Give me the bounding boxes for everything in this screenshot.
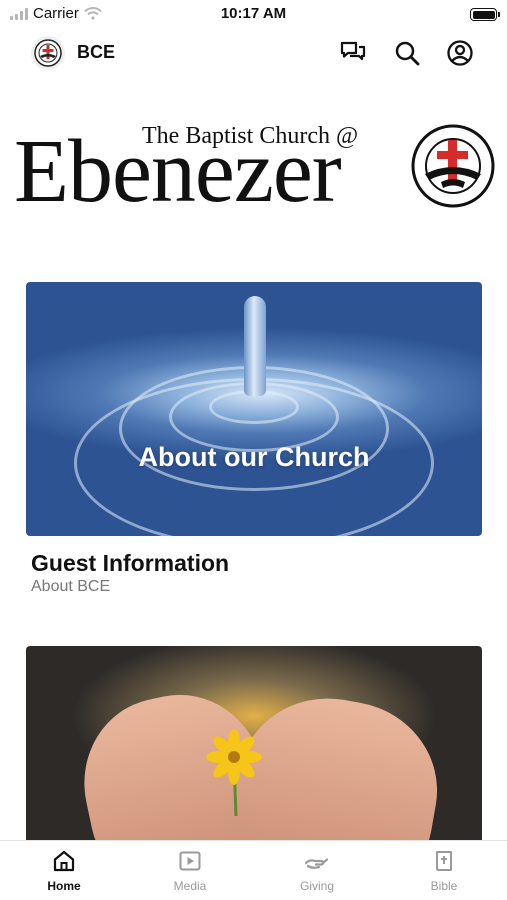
card-image-text: About our Church <box>138 442 370 472</box>
tab-home-label: Home <box>47 879 81 893</box>
bible-icon <box>436 851 452 871</box>
church-seal-icon <box>34 39 62 67</box>
tab-giving[interactable]: Giving <box>277 849 357 893</box>
flower-hands-card-image[interactable] <box>26 646 482 846</box>
banner-subtitle: The Baptist Church @ <box>142 123 359 149</box>
tab-bar: Home Media Giving Bible <box>0 840 507 900</box>
app-header: BCE <box>0 30 507 76</box>
tab-media[interactable]: Media <box>150 849 230 893</box>
status-time: 10:17 AM <box>220 5 287 22</box>
account-icon[interactable] <box>446 39 474 67</box>
tab-media-label: Media <box>173 879 207 893</box>
card-title[interactable]: Guest Information <box>31 550 229 577</box>
flower-icon <box>206 729 262 817</box>
status-bar: Carrier 10:17 AM <box>0 0 507 28</box>
church-logo[interactable] <box>31 36 65 70</box>
battery-icon <box>470 8 500 21</box>
app-title: BCE <box>77 42 116 62</box>
tab-home[interactable]: Home <box>24 849 104 893</box>
church-banner: Ebenezer The Baptist Church @ <box>0 118 507 221</box>
about-church-card-image[interactable]: About our Church <box>26 282 482 536</box>
chat-icon[interactable] <box>339 39 367 67</box>
church-seal-logo <box>411 124 495 208</box>
giving-icon <box>304 858 329 869</box>
media-icon <box>179 851 201 871</box>
home-icon <box>53 850 75 872</box>
tab-bible[interactable]: Bible <box>404 849 484 893</box>
card-subtitle: About BCE <box>31 578 111 595</box>
search-icon[interactable] <box>393 39 421 67</box>
tab-giving-label: Giving <box>299 879 334 893</box>
water-drop <box>244 296 266 396</box>
tab-bible-label: Bible <box>430 879 458 893</box>
